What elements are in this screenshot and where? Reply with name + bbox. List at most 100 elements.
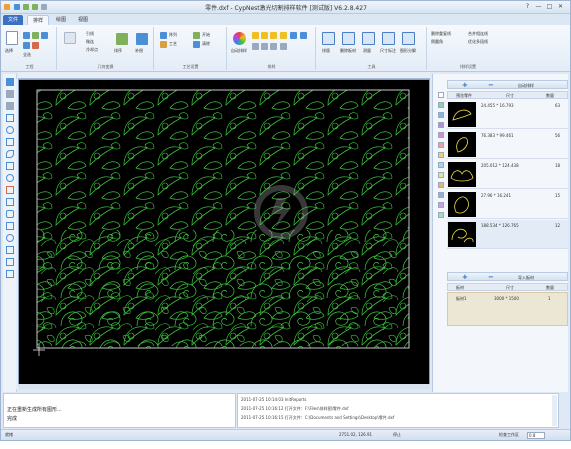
maximize-button[interactable]: □ — [545, 3, 554, 11]
tool-pointer-icon[interactable] — [6, 78, 14, 86]
select-icon[interactable] — [6, 31, 18, 45]
color-wheel-icon[interactable] — [233, 32, 246, 45]
layer-color-swatch[interactable] — [438, 102, 444, 108]
undo-icon[interactable] — [23, 4, 29, 10]
part-row-selected[interactable]: 188.534 * 126.765 12 — [447, 220, 568, 249]
mirror-icon[interactable] — [23, 42, 30, 49]
tool-line-icon[interactable] — [6, 114, 14, 122]
save-icon[interactable] — [14, 4, 20, 10]
measure-icon[interactable] — [362, 32, 375, 45]
layer-color-swatch[interactable] — [438, 192, 444, 198]
nest-option-2-icon[interactable] — [261, 43, 268, 50]
layout-icon[interactable] — [322, 32, 335, 45]
layer-color-swatch[interactable] — [438, 212, 444, 218]
compensate-icon[interactable] — [136, 33, 148, 45]
layer-color-swatch[interactable] — [438, 172, 444, 178]
layer-color-swatch[interactable] — [438, 92, 444, 98]
ribbon-item-dimension[interactable]: 尺寸标注 — [380, 48, 396, 54]
array-icon[interactable] — [160, 32, 167, 39]
remove-part-button[interactable]: − — [488, 81, 494, 89]
tool-zoom-icon[interactable] — [6, 102, 14, 110]
canvas-horizontal-scrollbar[interactable] — [18, 384, 430, 389]
ribbon-item-process[interactable]: 工艺 — [169, 41, 177, 47]
ribbon-item-dedupe[interactable]: 删除重复线 — [431, 31, 451, 37]
tool-ellipse-icon[interactable] — [6, 174, 14, 182]
ribbon-item-fillet[interactable]: 倒圆角 — [431, 39, 443, 45]
part-row[interactable]: 76.383 * 99.461 56 — [447, 130, 568, 159]
start-icon[interactable] — [193, 32, 200, 39]
layer-color-swatch[interactable] — [438, 152, 444, 158]
ribbon-item-start[interactable]: 开始 — [202, 32, 210, 38]
layer-1-icon[interactable] — [252, 32, 259, 39]
nest-option-4-icon[interactable] — [280, 43, 287, 50]
ribbon-item-clear[interactable]: 清除 — [202, 41, 210, 47]
clear-icon[interactable] — [193, 41, 200, 48]
tool-star-icon[interactable] — [6, 198, 14, 206]
tool-point-icon[interactable] — [6, 234, 14, 242]
layer-color-swatch[interactable] — [438, 162, 444, 168]
layer-color-swatch[interactable] — [438, 182, 444, 188]
delete-icon[interactable] — [23, 32, 30, 39]
ribbon-item-layout[interactable]: 排版 — [322, 48, 330, 54]
tool-rounded-rect-icon[interactable] — [6, 210, 14, 218]
minimize-button[interactable]: — — [534, 3, 543, 11]
nesting-canvas[interactable] — [18, 79, 430, 389]
nest-option-3-icon[interactable] — [270, 43, 277, 50]
part-row[interactable]: 24.455 * 16.793 63 — [447, 100, 568, 129]
tool-polygon-icon[interactable] — [6, 222, 14, 230]
close-button[interactable]: ✕ — [556, 3, 565, 11]
nest-option-1-icon[interactable] — [252, 43, 259, 50]
remove-sheet-button[interactable]: − — [488, 273, 494, 281]
ribbon-item-join[interactable]: 合并相连线 — [468, 31, 488, 37]
tool-rectangle-icon[interactable] — [6, 138, 14, 146]
geometry-icon[interactable] — [64, 32, 76, 44]
scale-icon[interactable] — [32, 42, 39, 49]
customize-quick-access-icon[interactable] — [41, 4, 47, 10]
status-layer-select[interactable]: 0.8 — [527, 432, 545, 439]
tab-draw[interactable]: 绘图 — [51, 15, 71, 25]
move-icon[interactable] — [32, 32, 39, 39]
tool-arc-icon[interactable] — [6, 150, 14, 158]
app-logo-icon[interactable] — [4, 4, 10, 10]
tab-view[interactable]: 视图 — [73, 15, 93, 25]
ribbon-item-lead[interactable]: 引线 — [86, 31, 94, 37]
part-row[interactable]: 27.96 * 16.241 15 — [447, 190, 568, 219]
layer-color-swatch[interactable] — [438, 132, 444, 138]
ribbon-item-compensate[interactable]: 补偿 — [135, 48, 143, 54]
ribbon-item-bridge[interactable]: 微连 — [86, 39, 94, 45]
ribbon-item-select-all[interactable]: 全选 — [23, 52, 31, 58]
ribbon-item-optimize[interactable]: 优化多段线 — [468, 39, 488, 45]
ribbon-item-explode[interactable]: 图形分解 — [400, 48, 416, 54]
arrow-left-icon[interactable] — [290, 32, 297, 39]
layer-color-swatch[interactable] — [438, 122, 444, 128]
tool-circle-icon[interactable] — [6, 126, 14, 134]
delete-sheet-icon[interactable] — [342, 32, 355, 45]
tool-pan-icon[interactable] — [6, 90, 14, 98]
import-sheet-button[interactable]: 导入板材 — [518, 275, 534, 281]
dimension-icon[interactable] — [382, 32, 395, 45]
tab-file[interactable]: 文件 — [3, 15, 23, 25]
ribbon-item-array[interactable]: 阵列 — [169, 32, 177, 38]
sheet-row[interactable]: 板材1 3000 * 1500 1 — [447, 292, 568, 326]
tool-text-icon[interactable] — [6, 186, 14, 194]
ribbon-item-cool[interactable]: 冷却点 — [86, 47, 98, 53]
layer-3-icon[interactable] — [270, 32, 277, 39]
layer-color-swatch[interactable] — [438, 142, 444, 148]
ribbon-item-delete-sheet[interactable]: 删除板材 — [340, 48, 356, 54]
log-scrollbar[interactable] — [552, 395, 557, 426]
tool-spline-icon[interactable] — [6, 246, 14, 254]
ribbon-item-select[interactable]: 选择 — [5, 48, 13, 54]
layer-color-swatch[interactable] — [438, 202, 444, 208]
ribbon-item-measure[interactable]: 测量 — [363, 48, 371, 54]
ribbon-item-auto-nest[interactable]: 自动排样 — [231, 48, 247, 54]
add-sheet-button[interactable]: + — [462, 273, 468, 281]
sort-icon[interactable] — [116, 33, 128, 45]
auto-nest-button[interactable]: 自动排样 — [518, 83, 534, 89]
tool-trim-icon[interactable] — [6, 258, 14, 266]
redo-icon[interactable] — [32, 4, 38, 10]
help-button[interactable]: ? — [523, 3, 532, 11]
explode-icon[interactable] — [402, 32, 415, 45]
part-row[interactable]: 205.012 * 124.438 18 — [447, 160, 568, 189]
add-part-button[interactable]: + — [462, 81, 468, 89]
tool-extend-icon[interactable] — [6, 270, 14, 278]
